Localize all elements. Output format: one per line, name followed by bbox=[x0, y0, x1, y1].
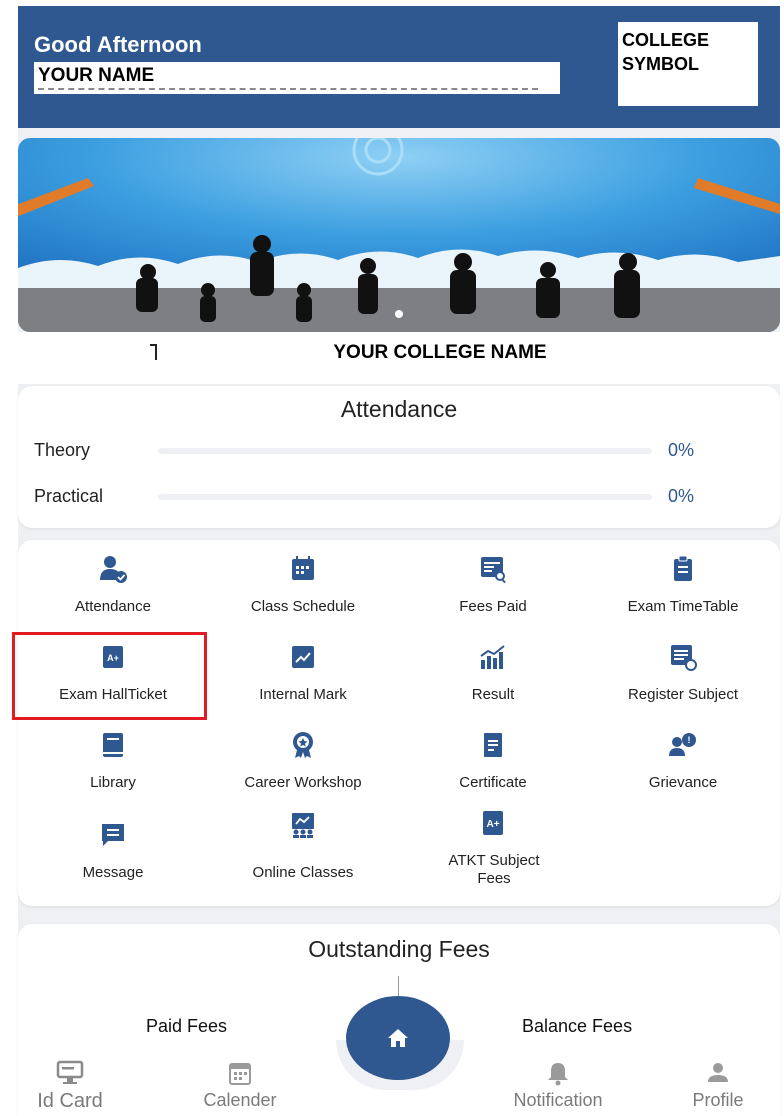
id-card-icon bbox=[56, 1060, 84, 1084]
menu-certificate[interactable]: Certificate bbox=[398, 730, 588, 816]
menu-label: Internal Mark bbox=[259, 686, 347, 703]
attendance-title: Attendance bbox=[340, 396, 458, 422]
menu-grievance[interactable]: ! Grievance bbox=[588, 730, 778, 816]
menu-label: Library bbox=[90, 774, 136, 791]
attendance-row-theory: Theory 0% bbox=[18, 436, 780, 464]
nav-label: Profile bbox=[692, 1090, 744, 1110]
attendance-card: Attendance Theory 0% Practical 0% bbox=[18, 386, 780, 528]
menu-internal-mark[interactable]: Internal Mark bbox=[208, 642, 398, 728]
menu-label: ATKT Subject Fees bbox=[448, 852, 540, 887]
nav-label: Id Card bbox=[37, 1090, 103, 1112]
menu-result[interactable]: Result bbox=[398, 642, 588, 728]
attendance-percent: 0% bbox=[668, 486, 695, 506]
attendance-label: Theory bbox=[34, 440, 91, 460]
message-icon bbox=[102, 824, 124, 846]
calendar-icon bbox=[229, 1063, 251, 1085]
attendance-progress-track bbox=[158, 448, 652, 454]
menu-fees-paid[interactable]: Fees Paid bbox=[398, 554, 588, 640]
attendance-label: Practical bbox=[34, 486, 104, 506]
highlight-box bbox=[12, 632, 207, 720]
attendance-progress-track bbox=[158, 494, 652, 500]
redacted-line bbox=[38, 88, 538, 92]
menu-library[interactable]: Library bbox=[18, 730, 208, 816]
header: Good Afternoon YOUR NAME COLLEGE SYMBOL bbox=[18, 6, 780, 128]
menu-online-classes[interactable]: Online Classes bbox=[208, 810, 398, 896]
menu-label: Message bbox=[82, 864, 144, 881]
menu-label: Result bbox=[471, 686, 515, 703]
nav-notification[interactable]: Notification bbox=[494, 1060, 622, 1116]
college-symbol-text: COLLEGE SYMBOL bbox=[622, 30, 710, 74]
calendar-grid-icon bbox=[292, 556, 314, 580]
banner-illustration bbox=[18, 138, 780, 332]
receipt-search-icon bbox=[481, 557, 506, 584]
user-name-box: YOUR NAME bbox=[34, 62, 560, 94]
menu-career-workshop[interactable]: Career Workshop bbox=[208, 730, 398, 816]
college-name-strip: YOUR COLLEGE NAME bbox=[18, 332, 780, 384]
menu-label: Exam TimeTable bbox=[627, 598, 739, 615]
menu-label: Certificate bbox=[459, 774, 527, 791]
grade-doc-icon: A+ bbox=[483, 811, 503, 835]
menu-atkt-subject-fees[interactable]: A+ ATKT Subject Fees bbox=[398, 808, 588, 894]
banner-image[interactable] bbox=[18, 138, 780, 332]
fees-title: Outstanding Fees bbox=[308, 936, 490, 962]
menu-label: Online Classes bbox=[252, 864, 354, 881]
nav-label: Calender bbox=[203, 1090, 277, 1110]
balance-fees-label: Balance Fees bbox=[522, 1016, 633, 1036]
menu-message[interactable]: Message bbox=[18, 820, 208, 906]
menu-attendance[interactable]: Attendance bbox=[18, 554, 208, 640]
menu-exam-timetable[interactable]: Exam TimeTable bbox=[588, 554, 778, 640]
bell-icon bbox=[548, 1063, 568, 1086]
nav-calender[interactable]: Calender bbox=[190, 1060, 290, 1116]
users-chat-icon: ! bbox=[669, 733, 696, 756]
menu-register-subject[interactable]: Register Subject bbox=[588, 642, 778, 728]
menu-label: Fees Paid bbox=[459, 598, 527, 615]
svg-text:A+: A+ bbox=[486, 819, 499, 830]
menu-label: Register Subject bbox=[627, 686, 739, 703]
attendance-row-practical: Practical 0% bbox=[18, 482, 780, 510]
nav-id-card[interactable]: Id Card bbox=[20, 1060, 120, 1116]
trend-icon bbox=[292, 646, 314, 668]
user-name: YOUR NAME bbox=[38, 65, 155, 86]
book-icon bbox=[103, 733, 123, 757]
menu-label: Attendance bbox=[75, 598, 151, 615]
home-button[interactable] bbox=[346, 996, 450, 1080]
certificate-icon bbox=[484, 733, 502, 757]
menu-label: Class Schedule bbox=[250, 598, 356, 615]
college-name-box: YOUR COLLEGE NAME bbox=[178, 338, 702, 368]
menu-grid: Attendance Class Schedule Fees Paid Exam… bbox=[18, 540, 780, 906]
greeting: Good Afternoon bbox=[34, 32, 202, 57]
menu-label: Career Workshop bbox=[244, 774, 362, 791]
home-icon bbox=[388, 1029, 408, 1047]
profile-icon bbox=[708, 1063, 728, 1082]
svg-text:!: ! bbox=[688, 735, 691, 745]
bar-chart-icon bbox=[480, 645, 505, 669]
paid-fees-label: Paid Fees bbox=[146, 1016, 228, 1036]
clipboard-icon bbox=[674, 555, 692, 581]
award-badge-icon bbox=[293, 732, 313, 758]
college-logo: COLLEGE SYMBOL bbox=[618, 22, 758, 106]
college-name: YOUR COLLEGE NAME bbox=[333, 342, 547, 363]
user-check-icon bbox=[100, 556, 127, 583]
menu-label: Grievance bbox=[648, 774, 718, 791]
nav-profile[interactable]: Profile bbox=[668, 1060, 768, 1116]
attendance-percent: 0% bbox=[668, 440, 695, 460]
menu-class-schedule[interactable]: Class Schedule bbox=[208, 554, 398, 640]
corner-mark bbox=[150, 344, 157, 360]
register-list-icon bbox=[671, 645, 697, 671]
online-class-icon bbox=[292, 813, 314, 838]
app-screen: Good Afternoon YOUR NAME COLLEGE SYMBOL bbox=[0, 0, 784, 1116]
nav-label: Notification bbox=[513, 1090, 603, 1110]
